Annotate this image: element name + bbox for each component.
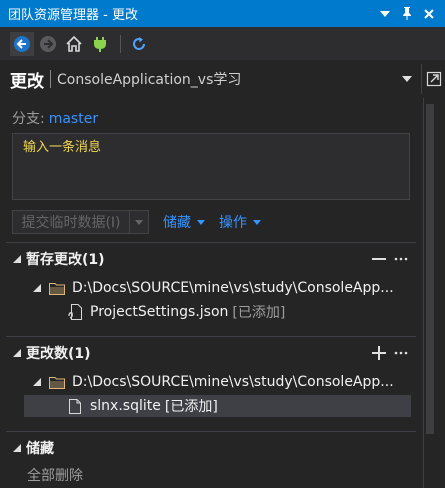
back-icon[interactable] [10,31,34,56]
stashes-title: 储藏 [26,441,54,457]
operations-menu-link[interactable]: 操作 [219,212,261,232]
collapse-triangle-icon[interactable] [30,375,44,389]
branch-link[interactable]: master [49,111,98,127]
file-icon [66,397,84,415]
dropdown-icon[interactable] [375,4,395,24]
scrollbar-thumb[interactable] [426,104,434,434]
changes-title: 更改数(1) [26,346,91,362]
delete-all-stashes-link[interactable]: 全部删除 [27,465,83,485]
stash-menu-link[interactable]: 储藏 [163,212,205,232]
folder-icon [48,279,66,297]
staged-file-status: [已添加] [232,305,286,321]
staged-changes-title: 暂存更改(1) [26,252,105,268]
staged-changes-header[interactable]: 暂存更改(1) [10,248,410,270]
changes-file-status: [已添加] [164,399,218,415]
page-title: 更改 [10,71,44,92]
more-options-icon[interactable] [392,344,410,362]
section-divider [6,242,416,243]
section-divider [6,431,416,432]
stashes-header[interactable]: 储藏 [10,437,410,459]
chevron-down-icon [253,219,261,225]
forward-icon[interactable] [36,32,60,56]
collapse-triangle-icon[interactable] [30,281,44,295]
commit-dropdown-button[interactable] [130,210,149,234]
settings-file-icon [66,303,84,321]
stash-menu-label: 储藏 [163,215,191,231]
toolbar-separator [120,34,121,53]
close-icon[interactable] [419,4,439,24]
header-separator [50,70,51,88]
collapse-triangle-icon[interactable] [10,346,24,360]
branch-label: 分支: [12,111,45,127]
chevron-down-icon [135,219,143,225]
window-title: 团队资源管理器 - 更改 [8,8,138,23]
operations-menu-label: 操作 [219,215,247,231]
more-options-icon[interactable] [392,250,410,268]
commit-message-box[interactable] [12,133,410,200]
changes-folder-row[interactable]: D:\Docs\SOURCE\mine\vs\study\ConsoleApp.… [30,371,412,393]
folder-icon [48,373,66,391]
branch-info: 分支: master [12,108,98,128]
home-icon[interactable] [62,32,86,56]
window-titlebar: 团队资源管理器 - 更改 [0,0,445,27]
navigation-toolbar [0,27,445,60]
vertical-scrollbar[interactable] [423,98,437,488]
collapse-triangle-icon[interactable] [10,252,24,266]
commit-message-input[interactable] [13,134,409,199]
chevron-down-icon[interactable] [397,69,417,89]
changes-header[interactable]: 更改数(1) [10,342,410,364]
staged-folder-path: D:\Docs\SOURCE\mine\vs\study\ConsoleApp.… [72,280,394,296]
staged-file-name: ProjectSettings.json [90,304,229,320]
changes-file-row[interactable]: slnx.sqlite [已添加] [24,395,411,417]
repository-name[interactable]: ConsoleApplication_vs学习 [57,69,397,89]
staged-folder-row[interactable]: D:\Docs\SOURCE\mine\vs\study\ConsoleApp.… [30,277,412,299]
commit-actions: 提交临时数据(I) 储藏 操作 [12,209,261,235]
commit-staged-button[interactable]: 提交临时数据(I) [12,210,130,234]
changes-folder-path: D:\Docs\SOURCE\mine\vs\study\ConsoleApp.… [72,374,394,390]
refresh-icon[interactable] [127,32,151,56]
changes-file-name: slnx.sqlite [90,398,161,414]
staged-file-row[interactable]: ProjectSettings.json [已添加] [66,301,410,323]
pin-icon[interactable] [397,4,417,24]
section-divider [6,336,416,337]
popout-icon[interactable] [421,64,445,94]
collapse-triangle-icon[interactable] [10,441,24,455]
page-header: 更改 ConsoleApplication_vs学习 [0,60,445,98]
connect-icon[interactable] [88,32,112,56]
chevron-down-icon [197,219,205,225]
unstage-all-icon[interactable] [370,250,388,268]
stage-all-icon[interactable] [370,344,388,362]
